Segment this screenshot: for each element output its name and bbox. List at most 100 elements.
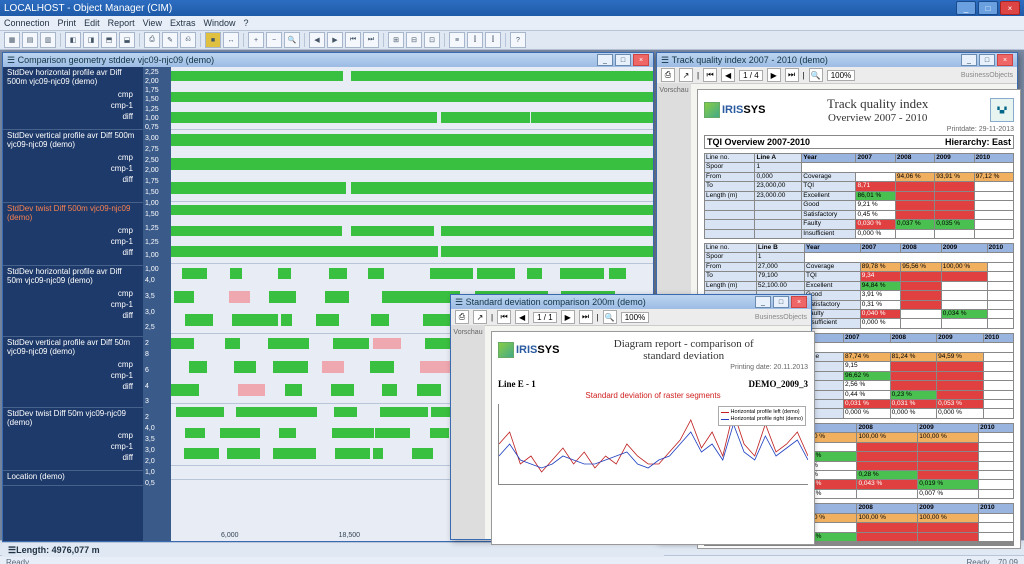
menu-edit[interactable]: Edit — [84, 18, 100, 28]
tb-icon[interactable]: ✎ — [162, 32, 178, 48]
tb-icon[interactable]: ⫿ — [467, 32, 483, 48]
chart-row-labels: StdDev horizontal profile avr Diff 500m … — [3, 67, 143, 541]
chart-y-axis: 2,252,001,751,501,251,000,753,002,752,50… — [143, 67, 171, 541]
zoom-in-icon[interactable]: + — [248, 32, 264, 48]
tb-icon[interactable]: ⎙ — [144, 32, 160, 48]
zoom-icon[interactable]: 🔍 — [809, 68, 823, 82]
tqi-titlebar[interactable]: ☰ Track quality index 2007 - 2010 (demo)… — [657, 53, 1017, 67]
next-page-icon[interactable]: ▶ — [767, 68, 781, 82]
irissys-logo: IRISSYS — [498, 342, 559, 358]
page-current[interactable]: 1 — [743, 71, 747, 80]
legend-1: Horizontal profile right (demo) — [731, 416, 803, 423]
client-logo: ▚▞ — [990, 98, 1014, 122]
tb-icon[interactable]: ⏮ — [345, 32, 361, 48]
tb-icon[interactable]: ◧ — [65, 32, 81, 48]
menu-window[interactable]: Window — [203, 18, 235, 28]
sub-close-button[interactable]: × — [633, 54, 649, 66]
zoom-out-icon[interactable]: − — [266, 32, 282, 48]
chart-window-titlebar[interactable]: ☰ Comparison geometry stddev vjc09-njc09… — [3, 53, 653, 67]
page-current[interactable]: 1 — [537, 313, 541, 322]
diag-title-2: standard deviation — [559, 350, 808, 362]
app-title: LOCALHOST - Object Manager (CIM) — [4, 3, 172, 14]
export-icon[interactable]: ↗ — [679, 68, 693, 82]
sub-close-button[interactable]: × — [997, 54, 1013, 66]
menu-help[interactable]: ? — [243, 18, 248, 28]
chart-window-title: Comparison geometry stddev vjc09-njc09 (… — [18, 55, 215, 65]
tb-icon[interactable]: ▥ — [40, 32, 56, 48]
report-toolbar: ⎙ ↗ | ⏮ ◀ 1 / 4 ▶ ⏭ | 🔍 100% BusinessObj… — [657, 67, 1017, 84]
zoom-icon[interactable]: 🔍 — [284, 32, 300, 48]
sub-min-button[interactable]: _ — [755, 296, 771, 308]
sub-close-button[interactable]: × — [791, 296, 807, 308]
diag-chart: 2,52,01,51,00,5 Horizontal profile left … — [498, 404, 808, 485]
next-page-icon[interactable]: ▶ — [561, 310, 575, 324]
diag-legend: Horizontal profile left (demo) Horizonta… — [718, 406, 806, 426]
page-total: 4 — [754, 71, 758, 80]
export-icon[interactable]: ↗ — [473, 310, 487, 324]
minimize-button[interactable]: _ — [956, 1, 976, 15]
status-left: Ready. — [6, 558, 31, 564]
zoom-combo[interactable]: 100% — [827, 70, 855, 81]
menubar: Connection Print Edit Report View Extras… — [0, 16, 1024, 31]
prev-page-icon[interactable]: ◀ — [721, 68, 735, 82]
sub-max-button[interactable]: □ — [979, 54, 995, 66]
tb-icon[interactable]: ■ — [205, 32, 221, 48]
tb-icon[interactable]: ▦ — [4, 32, 20, 48]
zoom-combo[interactable]: 100% — [621, 312, 649, 323]
sub-max-button[interactable]: □ — [615, 54, 631, 66]
tb-icon[interactable]: ⏭ — [363, 32, 379, 48]
app-titlebar: LOCALHOST - Object Manager (CIM) _ □ × — [0, 0, 1024, 16]
mdi-area: ☰ Comparison geometry stddev vjc09-njc09… — [0, 50, 1024, 540]
tb-icon[interactable]: ↔ — [223, 32, 239, 48]
first-page-icon[interactable]: ⏮ — [703, 68, 717, 82]
sub-max-button[interactable]: □ — [773, 296, 789, 308]
diag-printdate: Printing date: 20.11.2013 — [498, 364, 808, 371]
sub-min-button[interactable]: _ — [961, 54, 977, 66]
tb-icon[interactable]: ▶ — [327, 32, 343, 48]
prev-page-icon[interactable]: ◀ — [515, 310, 529, 324]
report-head-left: TQI Overview 2007-2010 — [707, 137, 810, 147]
diag-chart-title: Standard deviation of raster segments — [498, 391, 808, 400]
close-button[interactable]: × — [1000, 1, 1020, 15]
maximize-button[interactable]: □ — [978, 1, 998, 15]
length-label: Length: 4976,077 m — [16, 545, 100, 555]
status-right: Ready. — [967, 558, 992, 564]
last-page-icon[interactable]: ⏭ — [785, 68, 799, 82]
tb-icon[interactable]: ⬓ — [119, 32, 135, 48]
last-page-icon[interactable]: ⏭ — [579, 310, 593, 324]
menu-report[interactable]: Report — [108, 18, 135, 28]
menu-print[interactable]: Print — [58, 18, 77, 28]
menu-extras[interactable]: Extras — [170, 18, 196, 28]
tb-icon[interactable]: ≡ — [449, 32, 465, 48]
tb-icon[interactable]: ? — [510, 32, 526, 48]
print-icon[interactable]: ⎙ — [661, 68, 675, 82]
tb-icon[interactable]: ⊞ — [388, 32, 404, 48]
businessobjects-logo: BusinessObjects — [755, 314, 807, 321]
menu-connection[interactable]: Connection — [4, 18, 50, 28]
page-total: 1 — [548, 313, 552, 322]
report-subtitle: Overview 2007 - 2010 — [827, 112, 928, 124]
tb-icon[interactable]: ◨ — [83, 32, 99, 48]
tb-icon[interactable]: ⬒ — [101, 32, 117, 48]
print-icon[interactable]: ⎙ — [455, 310, 469, 324]
first-page-icon[interactable]: ⏮ — [497, 310, 511, 324]
tb-icon[interactable]: ⊟ — [406, 32, 422, 48]
diag-titlebar[interactable]: ☰ Standard deviation comparison 200m (de… — [451, 295, 811, 309]
diag-line: Line E - 1 — [498, 379, 536, 389]
tb-icon[interactable]: ▤ — [22, 32, 38, 48]
diag-title-1: Diagram report - comparison of — [559, 338, 808, 350]
report-head-right: Hierarchy: East — [945, 137, 1011, 147]
diag-window-title: Standard deviation comparison 200m (demo… — [466, 297, 646, 307]
report-title: Track quality index — [827, 96, 928, 112]
tb-icon[interactable]: ⎌ — [180, 32, 196, 48]
sub-min-button[interactable]: _ — [597, 54, 613, 66]
businessobjects-logo: BusinessObjects — [961, 72, 1013, 79]
diag-window: ☰ Standard deviation comparison 200m (de… — [450, 294, 812, 540]
main-toolbar: ▦▤▥ ◧◨⬒⬓ ⎙✎⎌ ■↔ +−🔍 ◀▶⏮⏭ ⊞⊟⊡ ≡⫿⫿ ? — [0, 31, 1024, 50]
menu-view[interactable]: View — [143, 18, 162, 28]
tb-icon[interactable]: ◀ — [309, 32, 325, 48]
zoom-icon[interactable]: 🔍 — [603, 310, 617, 324]
tb-icon[interactable]: ⫿ — [485, 32, 501, 48]
tqi-window-title: Track quality index 2007 - 2010 (demo) — [672, 55, 828, 65]
tb-icon[interactable]: ⊡ — [424, 32, 440, 48]
